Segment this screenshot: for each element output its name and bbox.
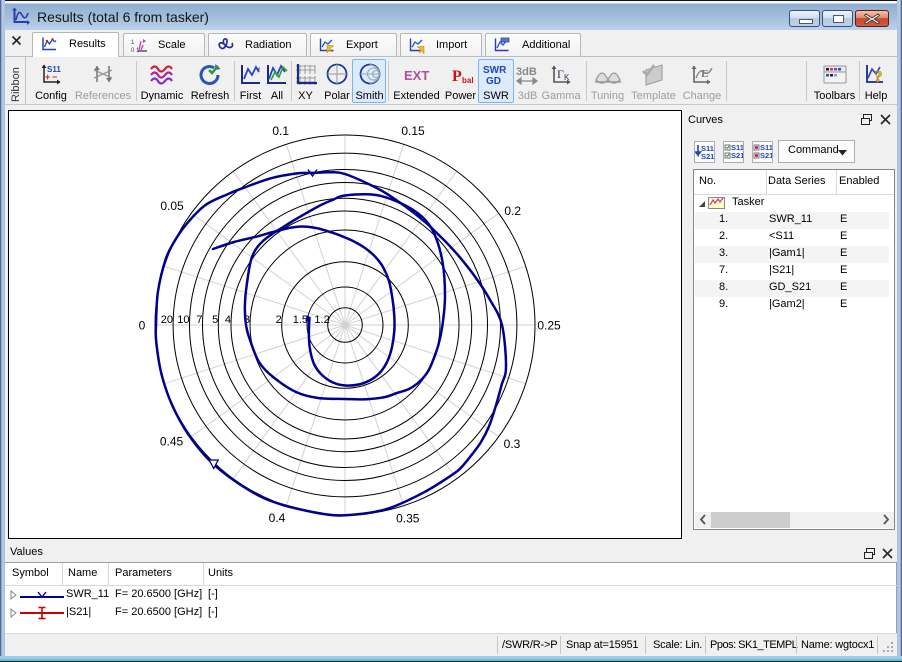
svg-text:0.25: 0.25: [537, 319, 561, 333]
svg-text:0.3: 0.3: [504, 437, 521, 451]
svg-text:?: ?: [874, 67, 883, 86]
svg-text:P: P: [452, 68, 462, 85]
svg-text:5: 5: [212, 314, 218, 326]
svg-text:2: 2: [276, 314, 282, 326]
svg-text:0.35: 0.35: [396, 512, 420, 526]
svg-text:SWR: SWR: [483, 65, 507, 76]
svg-text:GD: GD: [486, 76, 501, 87]
svg-text:S21: S21: [701, 152, 714, 161]
svg-text:0.15: 0.15: [401, 124, 425, 138]
svg-text:S21: S21: [760, 151, 772, 160]
svg-text:+: +: [45, 72, 50, 82]
svg-text:0.05: 0.05: [160, 199, 184, 213]
svg-text:0.2: 0.2: [504, 204, 521, 218]
svg-text:−: −: [52, 72, 57, 82]
svg-text:0.1: 0.1: [272, 124, 289, 138]
svg-text:EXT: EXT: [404, 68, 429, 83]
svg-text:4: 4: [225, 314, 231, 326]
svg-text:0.45: 0.45: [160, 435, 184, 449]
svg-text:E: E: [701, 68, 708, 80]
svg-text:0.4: 0.4: [269, 511, 286, 525]
svg-text:1: 1: [131, 40, 135, 46]
svg-text:S21: S21: [731, 151, 743, 160]
svg-text:0: 0: [139, 318, 146, 332]
svg-text:K: K: [564, 73, 570, 82]
svg-text:10: 10: [177, 314, 189, 326]
svg-text:1.2: 1.2: [314, 314, 329, 326]
svg-text:7: 7: [196, 314, 202, 326]
svg-text:Γ: Γ: [557, 67, 564, 81]
svg-text:3dB: 3dB: [516, 66, 537, 78]
svg-text:20: 20: [161, 314, 173, 326]
svg-text:bal: bal: [462, 76, 474, 85]
